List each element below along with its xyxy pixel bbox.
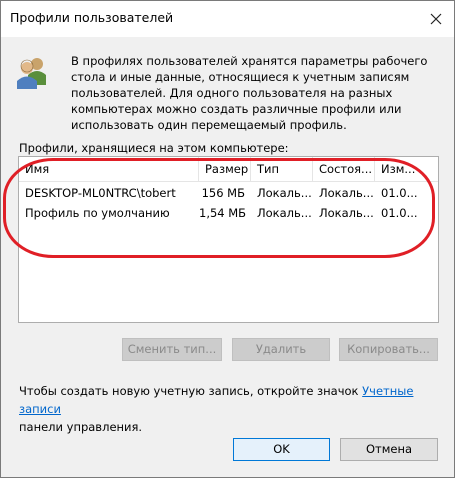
delete-button[interactable]: Удалить (232, 338, 330, 361)
cell-modified: 01.0... (381, 186, 418, 200)
profiles-list[interactable]: Имя Размер Тип Состоя... Изм... DESKTOP-… (18, 156, 439, 323)
table-row[interactable]: Профиль по умолчанию 1,54 МБ Локаль... Л… (19, 203, 438, 223)
cell-type: Локаль... (257, 186, 312, 200)
title-bar: Профили пользователей (1, 1, 454, 37)
users-icon (17, 58, 46, 89)
list-header: Имя Размер Тип Состоя... Изм... (19, 157, 438, 182)
column-header-type[interactable]: Тип (251, 157, 313, 181)
cell-status: Локаль... (319, 206, 374, 220)
change-type-button[interactable]: Сменить тип... (122, 338, 222, 361)
cancel-button[interactable]: Отмена (340, 438, 438, 461)
copy-button[interactable]: Копировать... (339, 338, 438, 361)
cell-type: Локаль... (257, 206, 312, 220)
profiles-list-label: Профили, хранящиеся на этом компьютере: (19, 141, 289, 155)
cell-size: 156 МБ (201, 186, 245, 200)
cell-size: 1,54 МБ (199, 206, 247, 220)
user-profiles-dialog: Профили пользователей В профилях пользов… (0, 0, 455, 478)
cell-name: DESKTOP-ML0NTRC\tobert (25, 186, 176, 200)
cell-status: Локаль... (319, 186, 374, 200)
close-button[interactable] (418, 1, 454, 37)
dialog-content: В профилях пользователей хранятся параме… (1, 37, 454, 477)
table-row[interactable]: DESKTOP-ML0NTRC\tobert 156 МБ Локаль... … (19, 183, 438, 203)
footer-text: Чтобы создать новую учетную запись, откр… (19, 382, 439, 436)
footer-text-before: Чтобы создать новую учетную запись, откр… (19, 384, 363, 398)
cell-name: Профиль по умолчанию (25, 206, 170, 220)
window-title: Профили пользователей (10, 10, 174, 25)
footer-text-after: панели управления. (19, 420, 143, 434)
column-header-name[interactable]: Имя (19, 157, 199, 181)
close-icon (430, 13, 442, 25)
column-header-size[interactable]: Размер (199, 157, 251, 181)
column-header-modified[interactable]: Изм... (375, 157, 439, 181)
cell-modified: 01.0... (381, 206, 418, 220)
ok-button[interactable]: OK (233, 438, 330, 461)
column-header-status[interactable]: Состоя... (313, 157, 375, 181)
profiles-description: В профилях пользователей хранятся параме… (71, 54, 428, 132)
